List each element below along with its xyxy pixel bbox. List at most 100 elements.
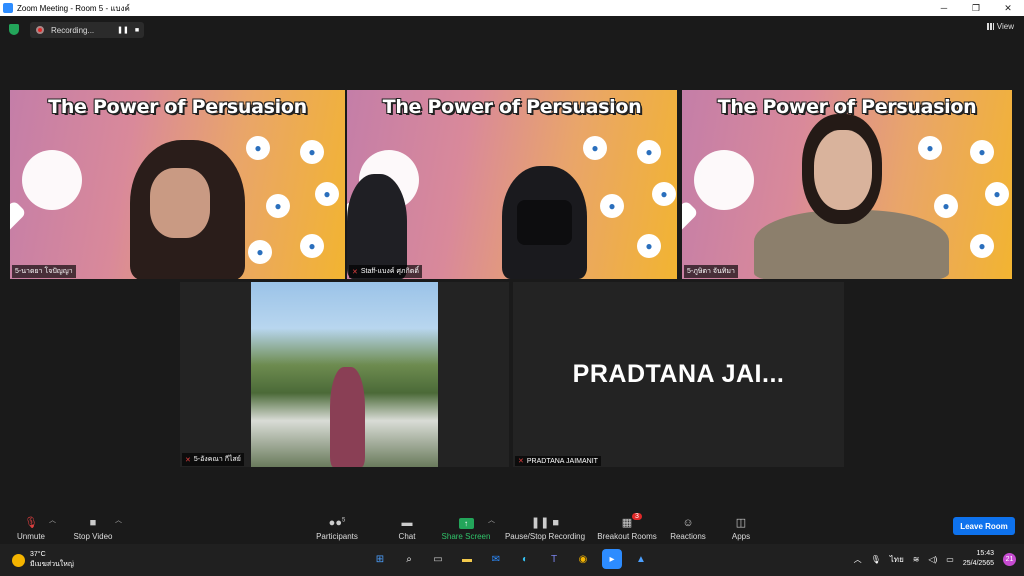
clock-date: 25/4/2565 [962,560,994,567]
pause-stop-recording-button[interactable]: ❚❚ ■ Pause/Stop Recording [503,512,587,544]
file-explorer-icon[interactable]: ▬ [457,549,477,569]
show-hidden-icons-chevron-icon[interactable]: ︿ [854,554,862,565]
video-options-chevron-icon[interactable]: ︿ [115,515,122,525]
person-icon: ● [246,136,270,160]
battery-icon[interactable]: ▭ [946,555,954,564]
clock-time: 15:43 [976,550,994,557]
participant-name-tag: ✕ Staff-แบงค์ ศุภกิตติ์ [349,265,422,278]
chat-label: Chat [398,532,416,541]
participant-face [150,168,210,238]
breakout-rooms-button[interactable]: ▦ Breakout Rooms [596,512,658,544]
minimize-button[interactable]: ─ [928,3,960,13]
breakout-count-badge: 3 [632,513,642,520]
breakout-grid-icon: ▦ [621,517,633,529]
clock[interactable]: 15:43 25/4/2565 [963,549,994,569]
weather-widget[interactable]: 37°C มีเมฆส่วนใหญ่ [12,550,74,570]
participant-name-tag: 5-ภูษิตา จันทิมา [684,265,738,278]
microphone-tray-icon[interactable]: 🎙 [871,555,881,564]
stop-recording-button[interactable]: ■ [130,27,144,34]
volume-icon[interactable]: ◁) [928,555,937,564]
mail-icon[interactable]: ✉ [486,549,506,569]
weather-description: มีเมฆส่วนใหญ่ [30,561,74,568]
reactions-button[interactable]: ☺ Reactions [669,512,707,544]
leave-room-button[interactable]: Leave Room [953,517,1015,535]
video-tile-1[interactable]: The Power of Persuasion ● ● ● ● ● ● 5-นา… [10,90,345,279]
participants-label: Participants [316,532,358,541]
zoom-taskbar-icon[interactable]: ▸ [602,549,622,569]
participant-face [814,130,872,210]
close-button[interactable]: ✕ [992,3,1024,14]
chrome-icon[interactable]: ◉ [573,549,593,569]
share-options-chevron-icon[interactable]: ︿ [488,515,495,525]
muted-mic-icon: ✕ [185,456,191,464]
muted-microphone-icon: 🎙 [24,517,38,529]
wifi-icon[interactable]: ≋ [913,555,920,564]
meeting-toolbar: 🎙 Unmute ︿ ■ Stop Video ︿ ●●5 Participan… [0,512,1024,544]
input-language[interactable]: ไทย [890,553,904,566]
participant-name-tag: 5-นาดยา โจปัญญา [12,265,76,278]
restore-button[interactable]: ❐ [960,3,992,14]
windows-start-icon[interactable]: ⊞ [370,549,390,569]
weather-sun-icon [12,553,25,567]
teams-icon[interactable]: T [544,549,564,569]
pair-icon: ● [315,182,339,206]
audio-options-chevron-icon[interactable]: ︿ [49,515,56,525]
group-icon: ● [300,140,324,164]
slide-title: The Power of Persuasion [48,96,307,118]
zoom-app-icon [3,3,13,13]
share-screen-button[interactable]: ↑ Share Screen [440,512,492,544]
chat-button[interactable]: ▬ Chat [392,512,422,544]
participant-name: 5-ภูษิตา จันทิมา [687,268,735,275]
pair-icon: ● [985,182,1009,206]
unmute-label: Unmute [16,532,45,541]
group-icon: ● [637,140,661,164]
meeting-stage: Recording... ❚❚ ■ View The Power of Pers… [0,16,1024,512]
chat-bubble-icon: ▬ [401,517,413,529]
pause-stop-recording-label: Pause/Stop Recording [504,532,586,541]
video-tile-3[interactable]: The Power of Persuasion ● ● ● ● ● 5-ภูษิ… [682,90,1012,279]
stop-video-label: Stop Video [73,532,113,541]
video-tile-2[interactable]: The Power of Persuasion ● ● ● ● ● ✕ Staf… [347,90,677,279]
pause-recording-button[interactable]: ❚❚ [116,26,130,34]
window-titlebar: Zoom Meeting - Room 5 - แบงค์ ─ ❐ ✕ [0,0,1024,16]
group-icon: ● [248,240,272,264]
participant-video-left [347,174,407,279]
photos-icon[interactable]: ▲ [631,549,651,569]
participant-name-tag: ✕ 5-อังคณา กีไสย์ [182,453,244,466]
participant-name: 5-นาดยา โจปัญญา [15,268,73,275]
view-label: View [996,22,1014,31]
view-button[interactable]: View [986,22,1014,31]
windows-taskbar: 37°C มีเมฆส่วนใหญ่ ⊞ ⌕ ▭ ▬ ✉ ◐ T ◉ ▸ ▲ ︿… [0,544,1024,576]
search-icon[interactable]: ⌕ [399,549,419,569]
breakout-rooms-label: Breakout Rooms [597,532,657,541]
participant-name: 5-อังคณา กีไสย์ [193,456,241,463]
face-mask [517,200,572,245]
participants-button[interactable]: ●●5 Participants [312,512,362,544]
smiley-plus-icon: ☺ [682,517,694,529]
stop-video-button[interactable]: ■ Stop Video [70,512,116,544]
recording-label: Recording... [51,25,95,35]
encryption-shield-icon[interactable] [9,24,19,35]
share-arrow-icon: ↑ [458,518,474,529]
notification-count-badge[interactable]: 21 [1003,552,1016,566]
microphone-head-icon [22,150,82,210]
apps-icon: ◫ [735,517,747,529]
group-icon: ● [637,234,661,258]
group-icon: ● [970,140,994,164]
edge-browser-icon[interactable]: ◐ [515,549,535,569]
participant-name: PRADTANA JAIMANIT [526,457,598,465]
person-icon: ● [583,136,607,160]
participant-name-tag: ✕ PRADTANA JAIMANIT [515,456,601,466]
video-camera-icon: ■ [89,517,97,529]
apps-button[interactable]: ◫ Apps [728,512,754,544]
participants-count: 5 [341,517,346,524]
participant-display-name: PRADTANA JAI... [572,360,785,388]
task-view-icon[interactable]: ▭ [428,549,448,569]
grid-view-icon [986,23,994,30]
video-tile-5[interactable]: PRADTANA JAI... ✕ PRADTANA JAIMANIT [513,282,844,467]
reactions-label: Reactions [670,532,706,541]
video-tile-4[interactable]: ✕ 5-อังคณา กีไสย์ [180,282,509,467]
window-title: Zoom Meeting - Room 5 - แบงค์ [17,3,130,13]
record-dot-icon [36,26,44,34]
unmute-button[interactable]: 🎙 Unmute [14,512,48,544]
